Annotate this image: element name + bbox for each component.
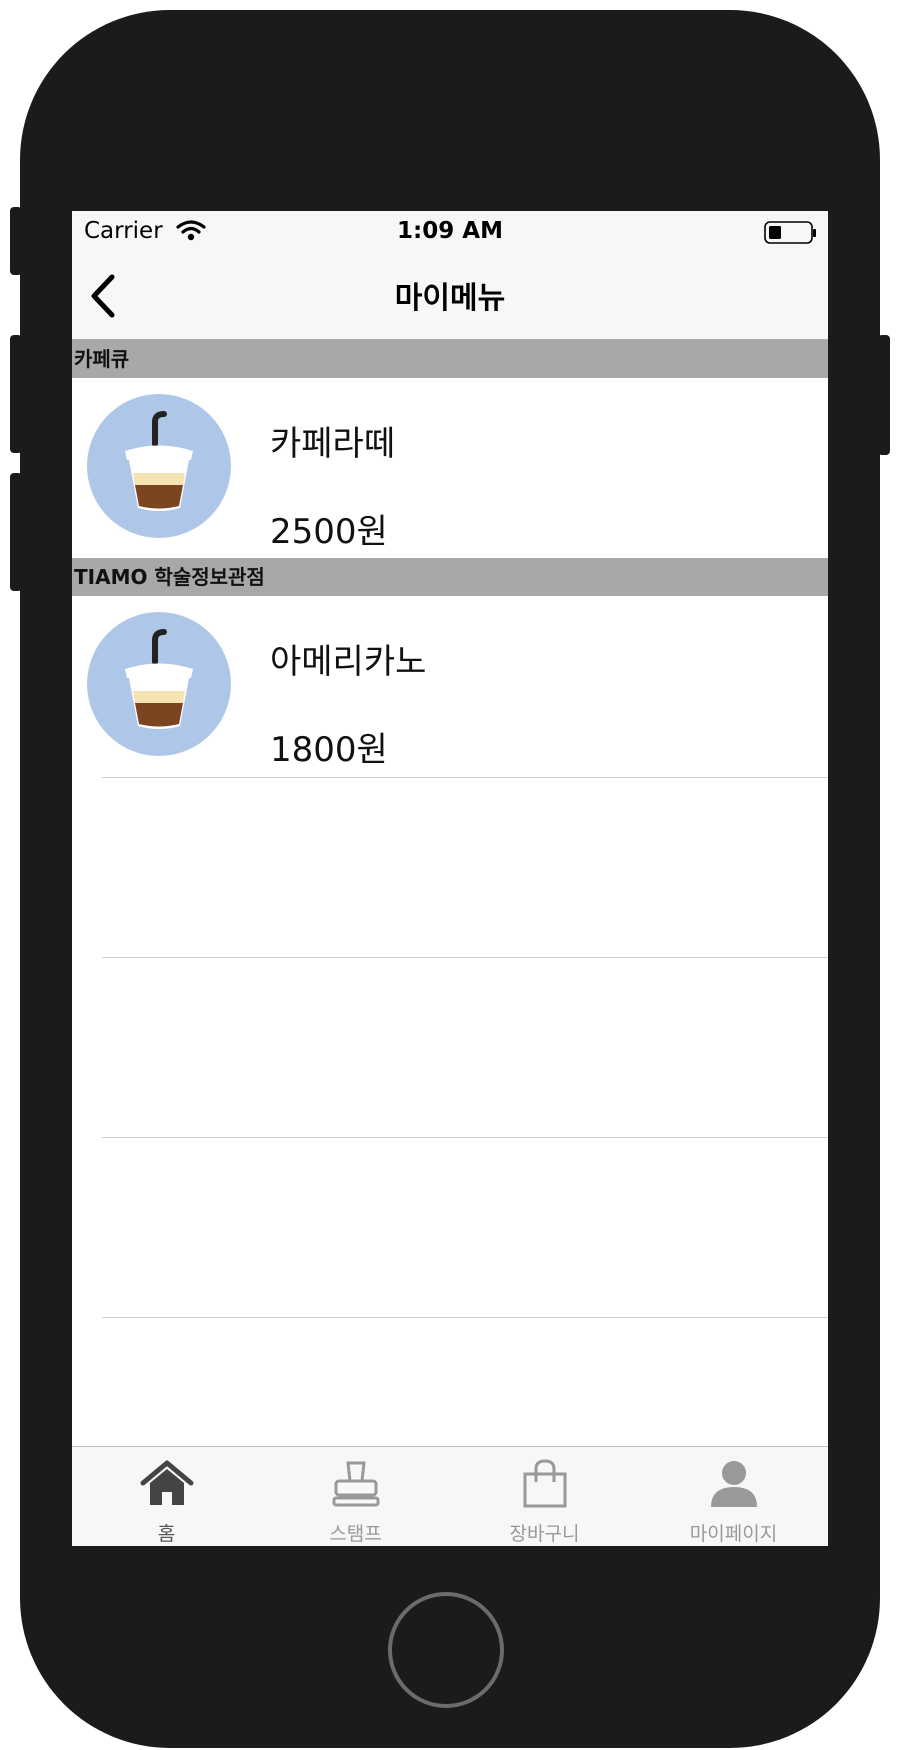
section-header-cafe-q: 카페큐 xyxy=(72,340,828,378)
tab-stamp[interactable]: 스탬프 xyxy=(261,1447,450,1546)
volume-down-button xyxy=(10,473,22,591)
row-separator xyxy=(102,1137,828,1138)
row-separator xyxy=(102,957,828,958)
tab-mypage[interactable]: 마이페이지 xyxy=(639,1447,828,1546)
tab-label: 마이페이지 xyxy=(689,1523,778,1545)
menu-item-name: 카페라떼 xyxy=(270,424,396,464)
power-button xyxy=(878,335,890,455)
menu-item-name: 아메리카노 xyxy=(270,642,427,682)
tab-label: 스탬프 xyxy=(329,1523,382,1545)
tab-bar: 홈 스탬프 장바구니 마이페이지 xyxy=(72,1446,828,1546)
stamp-icon xyxy=(332,1461,380,1507)
volume-up-button xyxy=(10,335,22,453)
tab-label: 장바구니 xyxy=(509,1523,580,1545)
status-bar: Carrier 1:09 AM xyxy=(72,211,828,251)
tab-cart[interactable]: 장바구니 xyxy=(450,1447,639,1546)
menu-item-price: 1800원 xyxy=(270,730,388,770)
menu-item-price: 2500원 xyxy=(270,512,388,552)
home-icon xyxy=(140,1460,194,1505)
section-header-tiamo: TIAMO 학술정보관점 xyxy=(72,558,828,596)
home-button[interactable] xyxy=(388,1592,504,1708)
silent-switch xyxy=(10,207,22,275)
page-title: 마이메뉴 xyxy=(394,281,506,316)
tab-home[interactable]: 홈 xyxy=(72,1447,261,1546)
tab-label: 홈 xyxy=(157,1523,176,1545)
row-separator xyxy=(102,777,828,778)
iced-coffee-cup-icon xyxy=(87,394,231,538)
navigation-bar: 마이메뉴 xyxy=(72,251,828,340)
shopping-bag-icon xyxy=(523,1459,567,1508)
iced-coffee-cup-icon xyxy=(87,612,231,756)
clock-time: 1:09 AM xyxy=(397,218,503,244)
menu-item-row[interactable]: 아메리카노 1800원 xyxy=(72,596,828,776)
person-icon xyxy=(711,1461,757,1507)
app-screen: Carrier 1:09 AM 마이메뉴 카페큐 카페라떼 2500원 TIAM… xyxy=(72,211,828,1546)
row-separator xyxy=(102,1317,828,1318)
battery-icon xyxy=(764,221,818,249)
menu-item-row[interactable]: 카페라떼 2500원 xyxy=(72,378,828,558)
